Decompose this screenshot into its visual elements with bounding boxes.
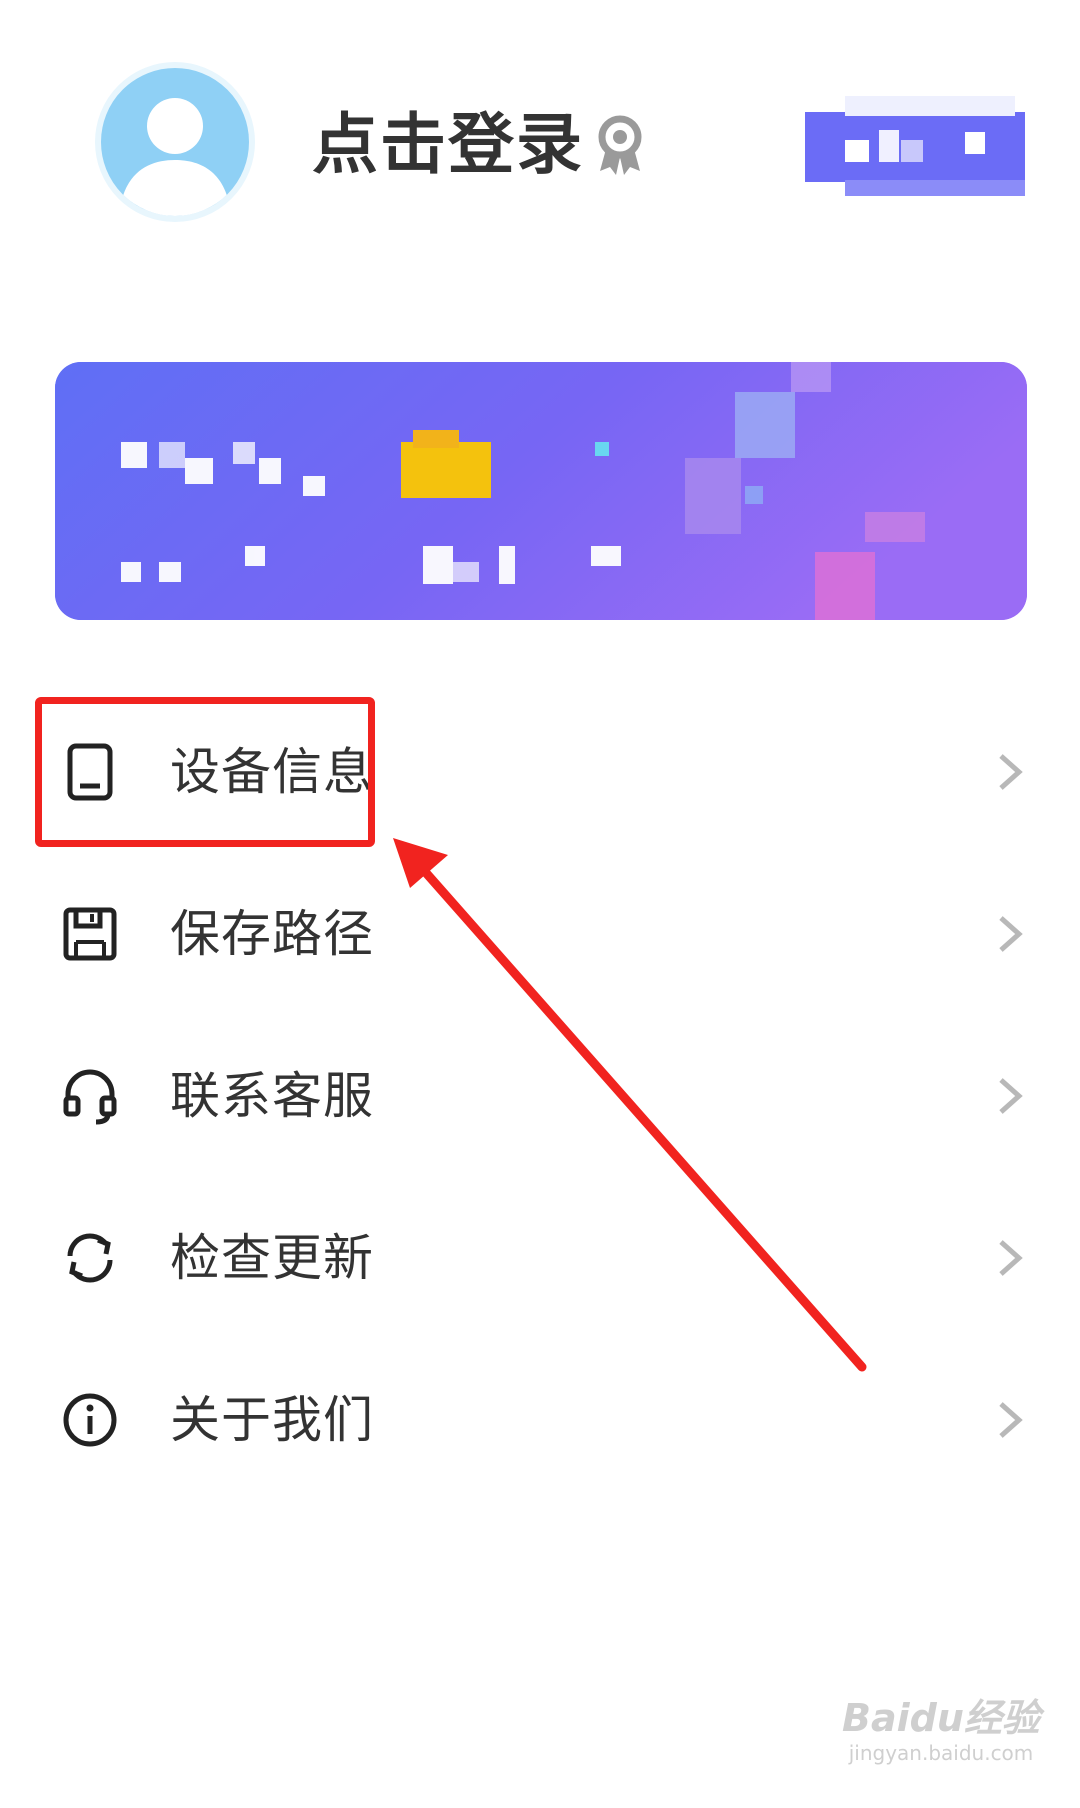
menu-label: 检查更新: [170, 1229, 374, 1287]
medal-icon: [598, 115, 642, 175]
headset-icon: [63, 1069, 117, 1125]
menu-label: 保存路径: [170, 905, 374, 963]
banner-pixelated-content: [55, 362, 1027, 620]
promo-banner[interactable]: [55, 362, 1027, 620]
chevron-right-icon: [999, 754, 1023, 790]
login-link[interactable]: 点击登录: [312, 105, 584, 185]
info-icon: [63, 1393, 117, 1447]
menu-item-customer-service[interactable]: 联系客服: [0, 1014, 1080, 1176]
menu-item-check-update[interactable]: 检查更新: [0, 1176, 1080, 1338]
chevron-right-icon: [999, 1078, 1023, 1114]
chevron-right-icon: [999, 1240, 1023, 1276]
highlight-box: [35, 697, 375, 847]
default-user-icon: [119, 98, 231, 216]
menu-item-save-path[interactable]: 保存路径: [0, 852, 1080, 1014]
chevron-right-icon: [999, 916, 1023, 952]
avatar[interactable]: [95, 62, 255, 222]
profile-header: 点击登录: [0, 0, 1080, 260]
floppy-disk-icon: [63, 907, 117, 961]
menu-label: 关于我们: [170, 1391, 374, 1449]
chevron-right-icon: [999, 1402, 1023, 1438]
menu-item-about-us[interactable]: 关于我们: [0, 1338, 1080, 1500]
refresh-icon: [67, 1233, 113, 1283]
menu-label: 联系客服: [170, 1067, 374, 1125]
watermark-url: jingyan.baidu.com: [848, 1741, 1034, 1765]
watermark-brand: Baidu经验: [842, 1696, 1040, 1740]
watermark: Baidu经验 jingyan.baidu.com: [826, 1695, 1056, 1785]
vip-badge[interactable]: [805, 96, 1025, 196]
